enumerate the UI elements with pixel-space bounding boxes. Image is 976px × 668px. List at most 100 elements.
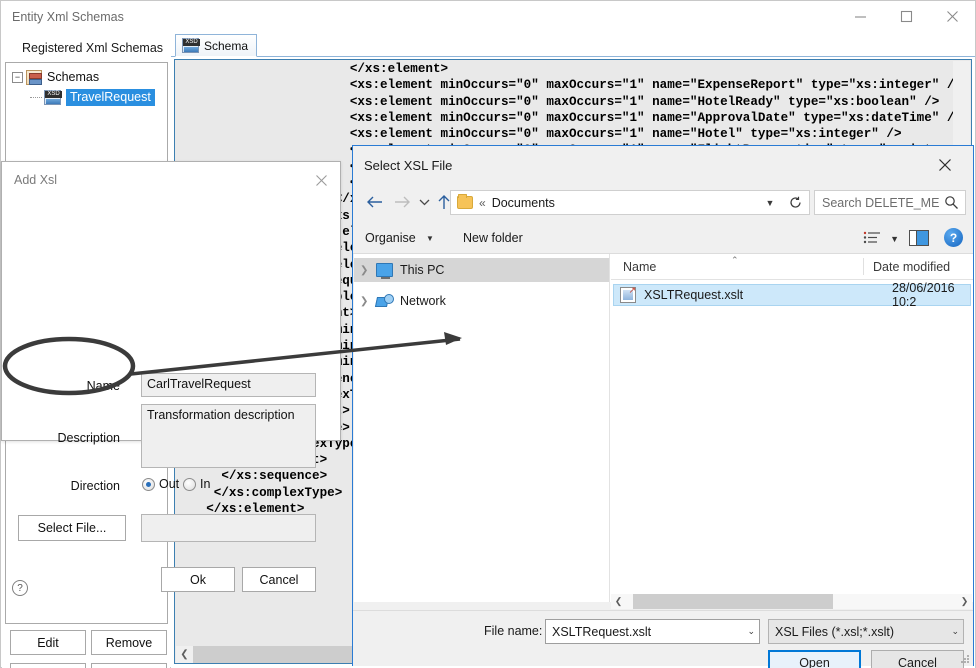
file-name-label: File name: bbox=[484, 624, 543, 638]
file-dialog-navbar: « Documents ▼ Search DELETE_ME bbox=[353, 184, 973, 222]
resize-grip[interactable] bbox=[960, 654, 970, 664]
registered-schemas-label: Registered Xml Schemas bbox=[22, 40, 164, 55]
search-placeholder: Search DELETE_ME bbox=[822, 195, 940, 210]
computer-icon bbox=[376, 263, 393, 279]
tree-node-travelrequest[interactable]: XSD TravelRequest bbox=[6, 87, 167, 107]
file-path-input[interactable] bbox=[141, 514, 316, 542]
nav-item-this-pc[interactable]: ❯ This PC bbox=[354, 258, 609, 282]
description-label: Description bbox=[57, 431, 120, 445]
nav-item-label: This PC bbox=[400, 263, 445, 277]
chevron-right-icon[interactable]: ❯ bbox=[360, 296, 376, 307]
file-dialog-cancel-button[interactable]: Cancel bbox=[871, 650, 964, 668]
file-list-horizontal-scrollbar[interactable]: ❮ ❯ bbox=[611, 594, 972, 609]
table-row[interactable]: XSLTRequest.xslt 28/06/2016 10:2 bbox=[613, 281, 971, 309]
view-list-icon[interactable] bbox=[863, 230, 881, 245]
close-icon[interactable] bbox=[310, 170, 332, 190]
chevron-right-icon[interactable]: ❯ bbox=[360, 265, 376, 276]
search-input[interactable]: Search DELETE_ME bbox=[814, 190, 966, 215]
scroll-thumb[interactable] bbox=[633, 594, 833, 609]
arrow-left-icon[interactable] bbox=[361, 189, 387, 215]
cancel-button[interactable]: Cancel bbox=[242, 567, 316, 592]
select-file-button[interactable]: Select File... bbox=[18, 515, 126, 541]
minimize-icon[interactable] bbox=[837, 1, 883, 32]
edit-button[interactable]: Edit bbox=[10, 630, 86, 655]
address-prefix: « bbox=[479, 195, 486, 210]
file-name-value: XSLTRequest.xslt bbox=[552, 624, 652, 639]
add-button[interactable]: Add bbox=[10, 663, 86, 668]
page-title: Entity Xml Schemas bbox=[12, 9, 124, 24]
nav-item-network[interactable]: ❯ Network bbox=[354, 289, 609, 313]
ok-button[interactable]: Ok bbox=[161, 567, 235, 592]
add-xsl-dialog: Add Xsl Name CarlTravelRequest Descripti… bbox=[1, 161, 341, 596]
direction-option-out[interactable]: Out bbox=[142, 477, 179, 491]
help-icon[interactable]: ? bbox=[944, 228, 963, 247]
file-date-cell: 28/06/2016 10:2 bbox=[892, 281, 955, 309]
scroll-left-icon[interactable]: ❮ bbox=[176, 646, 193, 663]
navigation-pane: ❯ This PC ❯ Network bbox=[354, 254, 610, 602]
new-folder-button[interactable]: New folder bbox=[463, 222, 523, 254]
file-name-cell: XSLTRequest.xslt bbox=[644, 288, 744, 302]
generate-button[interactable]: Generate bbox=[91, 663, 167, 668]
address-bar[interactable]: « Documents ▼ bbox=[450, 190, 810, 215]
file-type-value: XSL Files (*.xsl;*.xslt) bbox=[775, 624, 895, 639]
radio-in-label: In bbox=[200, 477, 211, 491]
column-header-date-modified[interactable]: Date modified bbox=[873, 254, 950, 279]
left-panel-buttons: Edit Remove Add Generate bbox=[5, 630, 168, 668]
folder-icon bbox=[457, 194, 473, 209]
search-icon[interactable] bbox=[944, 195, 959, 210]
file-list-header: Name ⌃ Date modified bbox=[611, 254, 973, 280]
main-titlebar: Entity Xml Schemas bbox=[1, 1, 975, 32]
description-input[interactable]: Transformation description bbox=[141, 404, 316, 468]
scroll-left-icon[interactable]: ❮ bbox=[611, 594, 626, 609]
direction-option-in[interactable]: In bbox=[183, 477, 210, 491]
xsd-icon: XSD bbox=[182, 38, 200, 53]
scroll-right-icon[interactable]: ❯ bbox=[957, 594, 972, 609]
open-button[interactable]: Open bbox=[768, 650, 861, 668]
direction-label: Direction bbox=[70, 479, 120, 493]
radio-out-icon[interactable] bbox=[142, 477, 155, 491]
chevron-down-icon[interactable]: ⌄ bbox=[747, 626, 755, 637]
xsd-icon: XSD bbox=[44, 89, 62, 105]
file-list-pane: Name ⌃ Date modified XSLTRequest.xslt 28… bbox=[611, 254, 973, 602]
expander-icon[interactable]: − bbox=[12, 71, 23, 83]
file-name-input[interactable]: XSLTRequest.xslt ⌄ bbox=[545, 619, 760, 644]
refresh-icon[interactable] bbox=[783, 191, 807, 214]
preview-pane-icon[interactable] bbox=[909, 230, 929, 246]
code-line: </xs:element> bbox=[176, 62, 449, 76]
tree-node-label: TravelRequest bbox=[66, 88, 155, 106]
help-icon[interactable]: ? bbox=[12, 580, 28, 596]
chevron-down-icon[interactable]: ⌄ bbox=[951, 626, 959, 637]
code-line: <xs:element minOccurs="0" maxOccurs="1" … bbox=[176, 78, 955, 93]
address-value: Documents bbox=[491, 195, 555, 210]
tab-schema[interactable]: XSD Schema bbox=[175, 34, 258, 57]
code-line: <xs:element minOccurs="0" maxOccurs="1" … bbox=[176, 127, 902, 142]
file-dialog-toolbar: Organise ▼ New folder ▼ ? bbox=[353, 222, 973, 254]
tab-label: Schema bbox=[204, 38, 249, 53]
code-line: <xs:element minOccurs="0" maxOccurs="1" … bbox=[176, 110, 955, 125]
chevron-down-icon[interactable]: ▼ bbox=[426, 222, 434, 254]
close-icon[interactable] bbox=[929, 1, 975, 32]
tree-connector bbox=[30, 96, 42, 98]
editor-tabstrip: XSD Schema bbox=[171, 32, 975, 57]
organise-button[interactable]: Organise bbox=[365, 222, 416, 254]
remove-button[interactable]: Remove bbox=[91, 630, 167, 655]
radio-in-icon[interactable] bbox=[183, 477, 196, 491]
name-input[interactable]: CarlTravelRequest bbox=[141, 373, 316, 397]
network-icon bbox=[376, 294, 394, 308]
column-header-name[interactable]: Name bbox=[623, 254, 656, 279]
schemas-icon bbox=[26, 69, 42, 85]
tree-node-schemas[interactable]: − Schemas bbox=[6, 67, 167, 87]
file-dialog-title: Select XSL File bbox=[364, 158, 453, 173]
file-type-select[interactable]: XSL Files (*.xsl;*.xslt) ⌄ bbox=[768, 619, 964, 644]
file-dialog-footer: File name: XSLTRequest.xslt ⌄ XSL Files … bbox=[353, 610, 973, 668]
name-label: Name bbox=[86, 379, 120, 393]
maximize-icon[interactable] bbox=[883, 1, 929, 32]
tree-node-label: Schemas bbox=[47, 70, 100, 84]
screen-root: Entity Xml Schemas Registered Xml Schema… bbox=[0, 0, 976, 668]
chevron-down-icon[interactable]: ▼ bbox=[759, 191, 781, 214]
chevron-down-icon[interactable]: ▼ bbox=[890, 234, 899, 244]
column-divider[interactable] bbox=[863, 258, 864, 275]
add-xsl-title: Add Xsl bbox=[14, 173, 58, 187]
code-line: <xs:element minOccurs="0" maxOccurs="1" … bbox=[176, 94, 940, 109]
close-icon[interactable] bbox=[923, 151, 967, 179]
